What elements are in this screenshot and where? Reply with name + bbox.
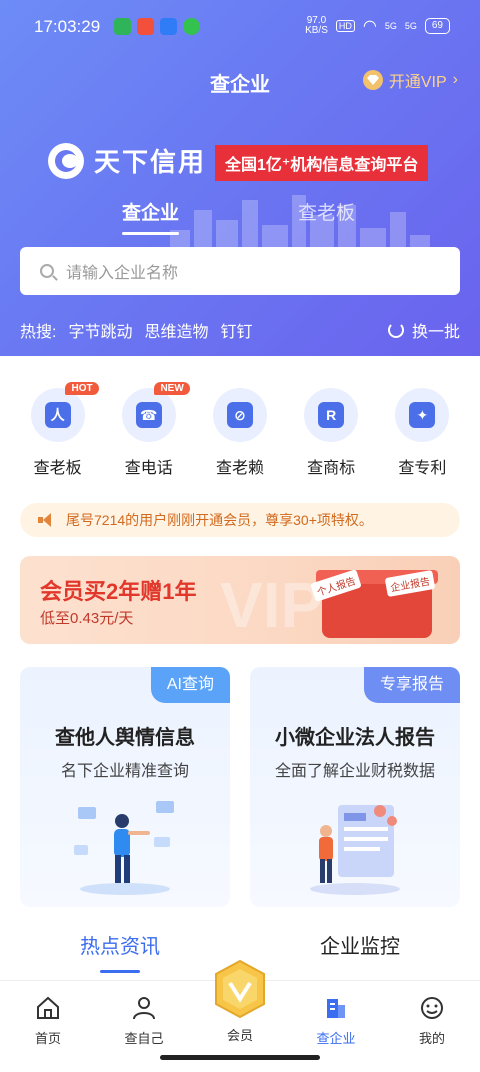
card-corner-label: 专享报告 — [363, 667, 460, 703]
patent-icon: ✦ — [409, 402, 436, 428]
card-ai-query[interactable]: AI查询 查他人舆情信息 名下企业精准查询 — [20, 667, 230, 907]
nav-label: 首页 — [34, 1031, 61, 1046]
vip-watermark: VIP — [220, 569, 324, 641]
signal-icon: 5G — [384, 21, 397, 31]
refresh-label: 换一批 — [411, 324, 460, 341]
defaulter-icon: ⊘ — [226, 402, 253, 428]
brand-logo-icon — [48, 142, 84, 179]
status-right: 97.0 KB/S HD ◠ 5G 5G 69 — [305, 16, 450, 36]
bottom-nav: 首页 查自己 会员 查企业 我的 — [0, 959, 480, 1072]
battery-icon: 69 — [424, 18, 450, 34]
boss-icon: 人 — [44, 402, 71, 428]
quick-item-circle: R — [304, 388, 359, 442]
signal-icon: 5G — [404, 21, 417, 31]
search-placeholder: 请输入企业名称 — [66, 265, 179, 282]
card-title: 小微企业法人报告 — [275, 727, 435, 749]
search-input[interactable]: 请输入企业名称 — [20, 247, 460, 295]
quick-item-boss[interactable]: 人 查老板 HOT — [23, 382, 99, 478]
app-notification-icon — [137, 18, 154, 35]
brand: 天下信用 — [48, 142, 206, 179]
status-app-icons — [114, 18, 200, 35]
person-data-illustration — [74, 801, 174, 895]
tab-search-company[interactable]: 查企业 — [122, 198, 180, 235]
person-icon — [133, 997, 155, 1020]
app-notification-icon — [160, 18, 177, 35]
net-speed-unit: KB/S — [305, 25, 328, 36]
brand-name: 天下信用 — [94, 147, 207, 177]
hot-search-row: 热搜: 字节跳动 思维造物 钉钉 换一批 — [20, 318, 460, 342]
card-exclusive-report[interactable]: 专享报告 小微企业法人报告 全面了解企业财税数据 — [250, 667, 460, 907]
member-badge-icon[interactable] — [212, 959, 268, 1019]
search-icon — [40, 264, 54, 278]
quick-item-circle: ☎ — [121, 388, 176, 442]
refresh-button[interactable]: 换一批 — [387, 318, 460, 342]
quick-actions: 人 查老板 HOT ☎ 查电话 NEW ⊘ 查老赖 R 查商标 ✦ 查专利 — [0, 382, 480, 478]
tab-company-monitor[interactable]: 企业监控 — [320, 930, 400, 959]
app-notification-icon — [183, 18, 200, 35]
quick-item-defaulter[interactable]: ⊘ 查老赖 — [205, 388, 275, 478]
quick-item-label: 查老板 — [33, 460, 82, 477]
building-icon — [327, 999, 345, 1018]
diamond-icon — [362, 70, 383, 90]
app-notification-icon — [114, 18, 131, 35]
net-speed: 97.0 KB/S — [305, 16, 328, 36]
quick-item-label: 查专利 — [398, 460, 447, 477]
quick-item-circle: 人 — [30, 388, 85, 442]
wifi-icon: ◠ — [362, 18, 377, 35]
quick-item-phone[interactable]: ☎ 查电话 NEW — [114, 382, 190, 478]
home-indicator[interactable] — [160, 1055, 320, 1060]
brand-slogan: 全国1亿⁺机构信息查询平台 — [215, 145, 429, 181]
hot-search-word[interactable]: 钉钉 — [220, 318, 252, 342]
vip-promo-title: 会员买2年赠1年 — [40, 579, 197, 604]
card-title: 查他人舆情信息 — [55, 727, 195, 749]
vip-promo-banner[interactable]: VIP 会员买2年赠1年 低至0.43元/天 个人报告 企业报告 — [20, 556, 460, 644]
status-time: 17:03:29 — [34, 17, 101, 36]
refresh-icon — [387, 322, 404, 338]
hot-search-word[interactable]: 思维造物 — [144, 318, 208, 342]
new-badge: NEW — [154, 382, 190, 395]
hot-search-label: 热搜: — [20, 324, 57, 341]
nav-item-self[interactable]: 查自己 — [114, 995, 174, 1047]
notice-text: 尾号7214的用户刚刚开通会员，尊享30+项特权。 — [66, 512, 373, 528]
quick-item-patent[interactable]: ✦ 查专利 — [387, 388, 457, 478]
quick-item-label: 查电话 — [124, 460, 173, 477]
nav-label: 查自己 — [124, 1031, 164, 1046]
nav-item-home[interactable]: 首页 — [18, 995, 78, 1047]
tax-report-illustration — [310, 805, 400, 895]
nav-label: 会员 — [226, 1028, 253, 1043]
nav-item-mine[interactable]: 我的 — [402, 995, 462, 1047]
card-subtitle: 名下企业精准查询 — [60, 763, 189, 780]
quick-item-trademark[interactable]: R 查商标 — [296, 388, 366, 478]
hot-search-word[interactable]: 字节跳动 — [68, 318, 132, 342]
status-bar: 17:03:29 97.0 KB/S HD ◠ 5G 5G 69 — [0, 0, 480, 56]
notice-bar[interactable]: 尾号7214的用户刚刚开通会员，尊享30+项特权。 — [20, 503, 460, 537]
tab-hot-news[interactable]: 热点资讯 — [80, 930, 160, 973]
hot-badge: HOT — [65, 382, 99, 395]
hd-icon: HD — [335, 20, 355, 32]
quick-item-label: 查商标 — [307, 460, 356, 477]
tab-search-boss[interactable]: 查老板 — [298, 198, 355, 225]
quick-item-label: 查老赖 — [215, 460, 264, 477]
card-subtitle: 全面了解企业财税数据 — [274, 763, 435, 780]
open-vip-label: 开通VIP — [388, 74, 447, 91]
nav-label: 查企业 — [316, 1031, 356, 1046]
chevron-right-icon: › — [452, 71, 458, 88]
open-vip-button[interactable]: 开通VIP › — [362, 68, 458, 92]
nav-item-company[interactable]: 查企业 — [306, 995, 366, 1047]
card-corner-label: AI查询 — [150, 667, 230, 703]
trademark-icon: R — [318, 402, 345, 428]
vip-promo-sub: 低至0.43元/天 — [40, 610, 134, 627]
nav-label: 我的 — [418, 1031, 445, 1046]
speaker-icon — [38, 513, 54, 527]
quick-item-circle: ✦ — [395, 388, 450, 442]
quick-item-circle: ⊘ — [212, 388, 267, 442]
home-icon — [37, 996, 59, 1019]
smile-icon — [421, 997, 443, 1019]
phone-card-icon: ☎ — [135, 402, 162, 428]
